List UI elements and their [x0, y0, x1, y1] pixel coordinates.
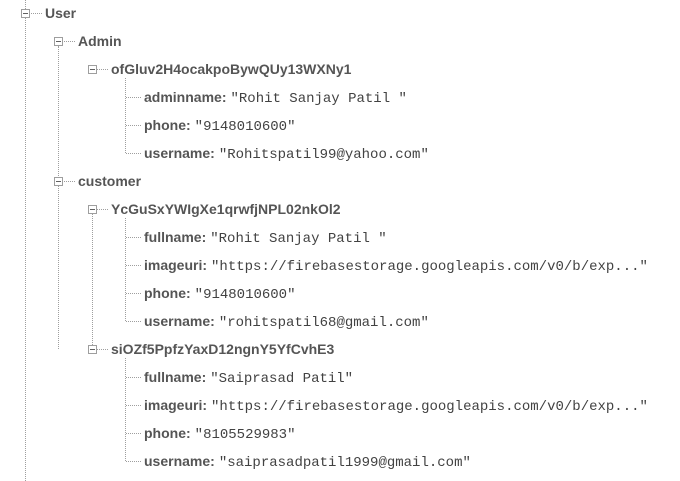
field-row[interactable]: username: "rohitspatil68@gmail.com"	[144, 311, 429, 331]
tree-connector	[126, 293, 141, 294]
node-admin[interactable]: Admin	[78, 31, 122, 51]
tree-guide-line	[125, 358, 126, 461]
colon: :	[186, 285, 191, 301]
field-key: phone	[144, 285, 186, 301]
field-row[interactable]: imageuri: "https://firebasestorage.google…	[144, 255, 648, 275]
field-value: "Rohit Sanjay Patil "	[230, 91, 407, 107]
tree-guide-line	[125, 78, 126, 153]
collapse-admin-record-toggle[interactable]	[88, 65, 97, 74]
colon: :	[202, 397, 208, 413]
tree-connector	[97, 69, 108, 70]
colon: :	[210, 145, 215, 161]
node-customer-record[interactable]: siOZf5PpfzYaxD12ngnY5YfCvhE3	[111, 339, 334, 359]
field-key: username	[144, 145, 211, 161]
colon: :	[221, 89, 227, 105]
node-key: ofGluv2H4ocakpoBywQUy13WXNy1	[111, 61, 352, 77]
tree-connector	[126, 433, 141, 434]
node-customer-record[interactable]: YcGuSxYWIgXe1qrwfjNPL02nkOl2	[111, 199, 341, 219]
field-key: phone	[144, 117, 186, 133]
field-row[interactable]: username: "Rohitspatil99@yahoo.com"	[144, 143, 429, 163]
colon: :	[186, 117, 191, 133]
field-value: "9148010600"	[194, 119, 296, 135]
field-row[interactable]: phone: "9148010600"	[144, 283, 296, 303]
field-key: phone	[144, 425, 186, 441]
node-key: User	[45, 5, 77, 21]
field-key: fullname	[144, 229, 202, 245]
tree-connector	[126, 237, 141, 238]
field-row[interactable]: phone: "9148010600"	[144, 115, 296, 135]
node-key: customer	[78, 173, 142, 189]
tree-guide-line	[125, 218, 126, 321]
node-user[interactable]: User	[45, 3, 76, 23]
collapse-customer-record-2-toggle[interactable]	[88, 345, 97, 354]
tree-connector	[126, 125, 141, 126]
tree-connector	[126, 405, 141, 406]
field-row[interactable]: adminname: "Rohit Sanjay Patil "	[144, 87, 407, 107]
field-row[interactable]: username: "saiprasadpatil1999@gmail.com"	[144, 451, 471, 471]
node-customer[interactable]: customer	[78, 171, 141, 191]
field-key: username	[144, 313, 211, 329]
field-value: "9148010600"	[194, 287, 296, 303]
field-value: "rohitspatil68@gmail.com"	[218, 315, 429, 331]
tree-connector	[126, 97, 141, 98]
tree-guide-line	[58, 186, 59, 349]
field-key: fullname	[144, 369, 202, 385]
collapse-admin-toggle[interactable]	[54, 37, 63, 46]
field-value: "8105529983"	[194, 427, 296, 443]
database-tree: User Admin ofGluv2H4ocakpoBywQUy13WXNy1 …	[0, 0, 680, 481]
colon: :	[202, 257, 208, 273]
tree-connector	[126, 377, 141, 378]
field-value: "Rohit Sanjay Patil "	[210, 231, 387, 247]
node-key: YcGuSxYWIgXe1qrwfjNPL02nkOl2	[111, 201, 341, 217]
field-key: adminname	[144, 89, 222, 105]
tree-connector	[31, 13, 42, 14]
collapse-customer-toggle[interactable]	[54, 177, 63, 186]
colon: :	[201, 369, 207, 385]
node-key: Admin	[78, 33, 122, 49]
colon: :	[210, 313, 215, 329]
field-value: "https://firebasestorage.googleapis.com/…	[211, 259, 648, 275]
field-row[interactable]: fullname: "Rohit Sanjay Patil "	[144, 227, 387, 247]
tree-connector	[126, 321, 141, 322]
tree-guide-line	[58, 46, 59, 180]
field-value: "Rohitspatil99@yahoo.com"	[218, 147, 429, 163]
tree-guide-line	[92, 214, 93, 349]
tree-connector	[126, 153, 141, 154]
tree-connector	[64, 181, 75, 182]
tree-guide-line	[25, 0, 26, 481]
colon: :	[210, 453, 215, 469]
tree-connector	[126, 265, 141, 266]
node-admin-record[interactable]: ofGluv2H4ocakpoBywQUy13WXNy1	[111, 59, 351, 79]
field-key: imageuri	[144, 397, 203, 413]
tree-connector	[97, 349, 108, 350]
field-row[interactable]: fullname: "Saiprasad Patil"	[144, 367, 353, 387]
collapse-customer-record-1-toggle[interactable]	[88, 205, 97, 214]
field-value: "https://firebasestorage.googleapis.com/…	[211, 399, 648, 415]
colon: :	[186, 425, 191, 441]
node-key: siOZf5PpfzYaxD12ngnY5YfCvhE3	[111, 341, 335, 357]
field-key: imageuri	[144, 257, 203, 273]
colon: :	[201, 229, 207, 245]
tree-connector	[126, 461, 141, 462]
field-value: "Saiprasad Patil"	[210, 371, 354, 387]
field-key: username	[144, 453, 211, 469]
field-value: "saiprasadpatil1999@gmail.com"	[218, 455, 471, 471]
field-row[interactable]: imageuri: "https://firebasestorage.google…	[144, 395, 648, 415]
collapse-user-toggle[interactable]	[21, 9, 30, 18]
tree-connector	[64, 41, 75, 42]
tree-connector	[97, 209, 108, 210]
field-row[interactable]: phone: "8105529983"	[144, 423, 296, 443]
